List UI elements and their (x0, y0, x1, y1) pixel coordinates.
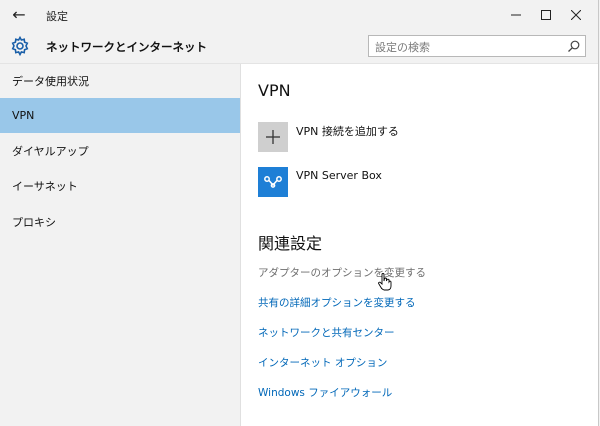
sidebar: データ使用状況 VPN ダイヤルアップ イーサネット プロキシ (0, 64, 241, 426)
plus-icon (266, 130, 280, 144)
main-content: VPN VPN 接続を追加する VPN Server Box 関連設定 アダプタ… (241, 64, 598, 426)
back-arrow-icon: ← (12, 5, 26, 24)
maximize-icon (541, 10, 551, 20)
vpn-connection-icon (264, 176, 282, 188)
minimize-button[interactable] (502, 3, 530, 27)
back-button[interactable]: ← (8, 4, 30, 26)
maximize-button[interactable] (532, 3, 560, 27)
close-icon (571, 10, 581, 20)
vpn-heading: VPN (258, 81, 291, 100)
hand-pointer-icon (378, 273, 392, 291)
vpn-connection-tile[interactable] (258, 167, 288, 197)
sidebar-item-data-usage[interactable]: データ使用状況 (0, 64, 240, 99)
title-bar: ← 設定 (0, 0, 598, 30)
search-box[interactable] (368, 35, 586, 58)
sidebar-item-dial-up[interactable]: ダイヤルアップ (0, 134, 240, 169)
sidebar-item-vpn[interactable]: VPN (0, 98, 240, 133)
gear-icon (11, 36, 29, 56)
page-title: ネットワークとインターネット (46, 40, 207, 54)
settings-window: ← 設定 ネットワークとインターネット データ使用状況 (0, 0, 599, 426)
sidebar-item-proxy[interactable]: プロキシ (0, 205, 240, 240)
settings-header: ネットワークとインターネット (0, 30, 598, 64)
sidebar-item-ethernet[interactable]: イーサネット (0, 169, 240, 204)
add-vpn-label[interactable]: VPN 接続を追加する (296, 123, 399, 139)
link-internet-options[interactable]: インターネット オプション (258, 355, 387, 370)
related-settings-heading: 関連設定 (258, 234, 323, 253)
link-adapter-options[interactable]: アダプターのオプションを変更する (258, 265, 426, 280)
add-vpn-button[interactable] (258, 122, 288, 152)
link-network-sharing-center[interactable]: ネットワークと共有センター (258, 325, 395, 340)
search-icon[interactable] (567, 39, 581, 53)
minimize-icon (511, 14, 521, 16)
close-button[interactable] (562, 3, 590, 27)
window-title: 設定 (46, 10, 68, 23)
link-advanced-sharing[interactable]: 共有の詳細オプションを変更する (258, 295, 416, 310)
search-input[interactable] (369, 37, 571, 58)
link-windows-firewall[interactable]: Windows ファイアウォール (258, 385, 392, 400)
vpn-connection-name[interactable]: VPN Server Box (296, 169, 382, 182)
